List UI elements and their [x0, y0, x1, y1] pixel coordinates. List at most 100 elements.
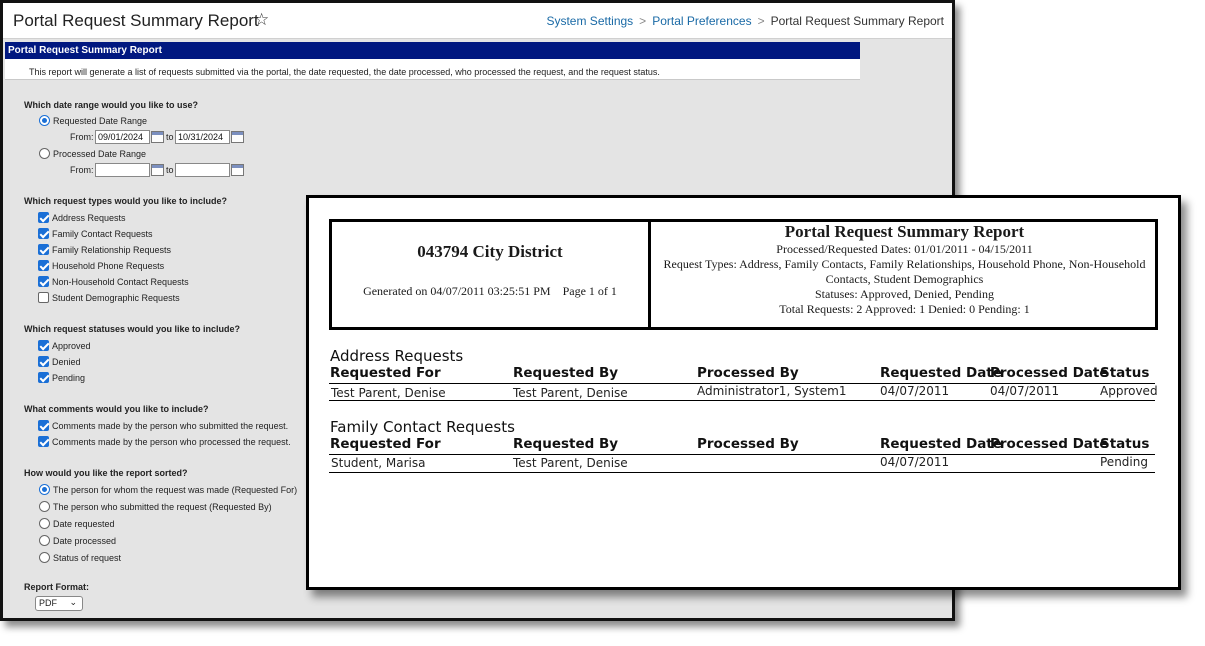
- request-type-label: Address Requests: [52, 212, 126, 223]
- table-cell: Test Parent, Denise: [331, 386, 446, 400]
- table-cell: Test Parent, Denise: [513, 456, 628, 470]
- request-type-checkbox[interactable]: [38, 244, 49, 255]
- request-type-option[interactable]: Family Relationship Requests: [38, 244, 171, 255]
- column-header-processed-date: Processed Date: [990, 365, 1109, 381]
- panel-title-bar: Portal Request Summary Report: [5, 42, 860, 59]
- sort-option[interactable]: The person for whom the request was made…: [39, 484, 297, 495]
- request-type-option[interactable]: Address Requests: [38, 212, 126, 223]
- request-type-checkbox[interactable]: [38, 292, 49, 303]
- from-label: From:: [70, 132, 94, 142]
- report-totals-line: Total Requests: 2 Approved: 1 Denied: 0 …: [779, 302, 1030, 316]
- comment-checkbox[interactable]: [38, 420, 49, 431]
- sort-label: Status of request: [53, 552, 122, 563]
- sort-label: The person for whom the request was made…: [53, 484, 298, 495]
- generated-timestamp: Generated on 04/07/2011 03:25:51 PM: [363, 284, 551, 298]
- table-cell: 04/07/2011: [880, 384, 950, 398]
- status-checkbox[interactable]: [38, 340, 49, 351]
- table-cell: Student, Marisa: [331, 456, 426, 470]
- column-header-processed-by: Processed By: [697, 436, 799, 452]
- calendar-icon[interactable]: [151, 131, 164, 143]
- comment-label: Comments made by the person who submitte…: [52, 420, 289, 431]
- sort-option[interactable]: The person who submitted the request (Re…: [39, 501, 272, 512]
- from-label: From:: [70, 165, 94, 175]
- column-header-requested-by: Requested By: [513, 365, 619, 381]
- breadcrumb-chevron-icon: >: [757, 14, 765, 28]
- request-type-option[interactable]: Non-Household Contact Requests: [38, 276, 189, 287]
- status-label: Denied: [52, 356, 81, 367]
- column-header-status: Status: [1100, 365, 1150, 381]
- request-type-option[interactable]: Household Phone Requests: [38, 260, 164, 271]
- section-title-family-contact: Family Contact Requests: [330, 418, 515, 436]
- breadcrumb-current: Portal Request Summary Report: [770, 14, 944, 28]
- comment-option[interactable]: Comments made by the person who submitte…: [38, 420, 288, 431]
- column-header-requested-for: Requested For: [330, 365, 441, 381]
- date-range-question: Which date range would you like to use?: [24, 100, 199, 110]
- processed-to-date-input[interactable]: [175, 163, 230, 177]
- breadcrumb-chevron-icon: >: [639, 14, 647, 28]
- comment-option[interactable]: Comments made by the person who processe…: [38, 436, 291, 447]
- request-type-checkbox[interactable]: [38, 260, 49, 271]
- sort-label: The person who submitted the request (Re…: [53, 501, 272, 512]
- to-label: to: [166, 132, 174, 142]
- column-header-processed-by: Processed By: [697, 365, 799, 381]
- column-header-requested-date: Requested Date: [880, 436, 1002, 452]
- calendar-icon[interactable]: [231, 131, 244, 143]
- sort-radio[interactable]: [39, 484, 50, 495]
- report-header-box: 043794 City District Generated on 04/07/…: [329, 219, 1158, 330]
- breadcrumb-system-settings[interactable]: System Settings: [546, 14, 633, 28]
- request-type-checkbox[interactable]: [38, 228, 49, 239]
- report-title: Portal Request Summary Report: [784, 222, 1025, 241]
- star-icon[interactable]: ☆: [254, 10, 269, 30]
- status-option[interactable]: Pending: [38, 372, 85, 383]
- sort-radio[interactable]: [39, 552, 50, 563]
- report-format-select[interactable]: PDF ⌄: [35, 596, 83, 611]
- report-statuses-line: Statuses: Approved, Denied, Pending: [815, 287, 994, 301]
- request-type-option[interactable]: Family Contact Requests: [38, 228, 153, 239]
- status-checkbox[interactable]: [38, 356, 49, 367]
- status-option[interactable]: Approved: [38, 340, 91, 351]
- comment-checkbox[interactable]: [38, 436, 49, 447]
- processed-from-date-input[interactable]: [95, 163, 150, 177]
- processed-date-range-option[interactable]: Processed Date Range: [39, 148, 146, 159]
- sort-option[interactable]: Status of request: [39, 552, 121, 563]
- requested-from-date-input[interactable]: 09/01/2024: [95, 130, 150, 144]
- table-cell: Test Parent, Denise: [513, 386, 628, 400]
- calendar-icon[interactable]: [151, 164, 164, 176]
- table-cell: Approved: [1100, 384, 1158, 398]
- sort-radio[interactable]: [39, 518, 50, 529]
- statuses-question: Which request statuses would you like to…: [24, 324, 241, 334]
- table-cell: Administrator1, System1: [697, 384, 847, 398]
- processed-date-range-radio[interactable]: [39, 148, 50, 159]
- column-header-status: Status: [1100, 436, 1150, 452]
- request-type-checkbox[interactable]: [38, 276, 49, 287]
- status-option[interactable]: Denied: [38, 356, 81, 367]
- breadcrumb: System Settings > Portal Preferences > Porta…: [546, 14, 944, 28]
- request-type-label: Family Contact Requests: [52, 228, 153, 239]
- sort-option[interactable]: Date processed: [39, 535, 116, 546]
- request-type-label: Student Demographic Requests: [52, 292, 180, 303]
- breadcrumb-portal-preferences[interactable]: Portal Preferences: [652, 14, 751, 28]
- page-header: Portal Request Summary Report ☆ System S…: [3, 3, 952, 39]
- sort-option[interactable]: Date requested: [39, 518, 115, 529]
- generated-line: Generated on 04/07/2011 03:25:51 PM Page…: [332, 284, 648, 299]
- requested-date-range-radio[interactable]: [39, 115, 50, 126]
- requested-to-date-input[interactable]: 10/31/2024: [175, 130, 230, 144]
- request-type-option[interactable]: Student Demographic Requests: [38, 292, 180, 303]
- request-type-checkbox[interactable]: [38, 212, 49, 223]
- request-type-label: Family Relationship Requests: [52, 244, 172, 255]
- report-format-value: PDF: [39, 598, 57, 608]
- report-header-right: Portal Request Summary Report Processed/…: [654, 222, 1155, 327]
- table-divider: [329, 472, 1155, 473]
- report-format-label: Report Format:: [24, 582, 89, 592]
- comment-label: Comments made by the person who processe…: [52, 436, 291, 447]
- calendar-icon[interactable]: [231, 164, 244, 176]
- status-label: Approved: [52, 340, 91, 351]
- request-type-label: Non-Household Contact Requests: [52, 276, 189, 287]
- requested-date-range-option[interactable]: Requested Date Range: [39, 115, 147, 126]
- status-checkbox[interactable]: [38, 372, 49, 383]
- sort-radio[interactable]: [39, 535, 50, 546]
- column-header-processed-date: Processed Date: [990, 436, 1109, 452]
- sort-radio[interactable]: [39, 501, 50, 512]
- status-label: Pending: [52, 372, 86, 383]
- table-divider: [329, 400, 1155, 401]
